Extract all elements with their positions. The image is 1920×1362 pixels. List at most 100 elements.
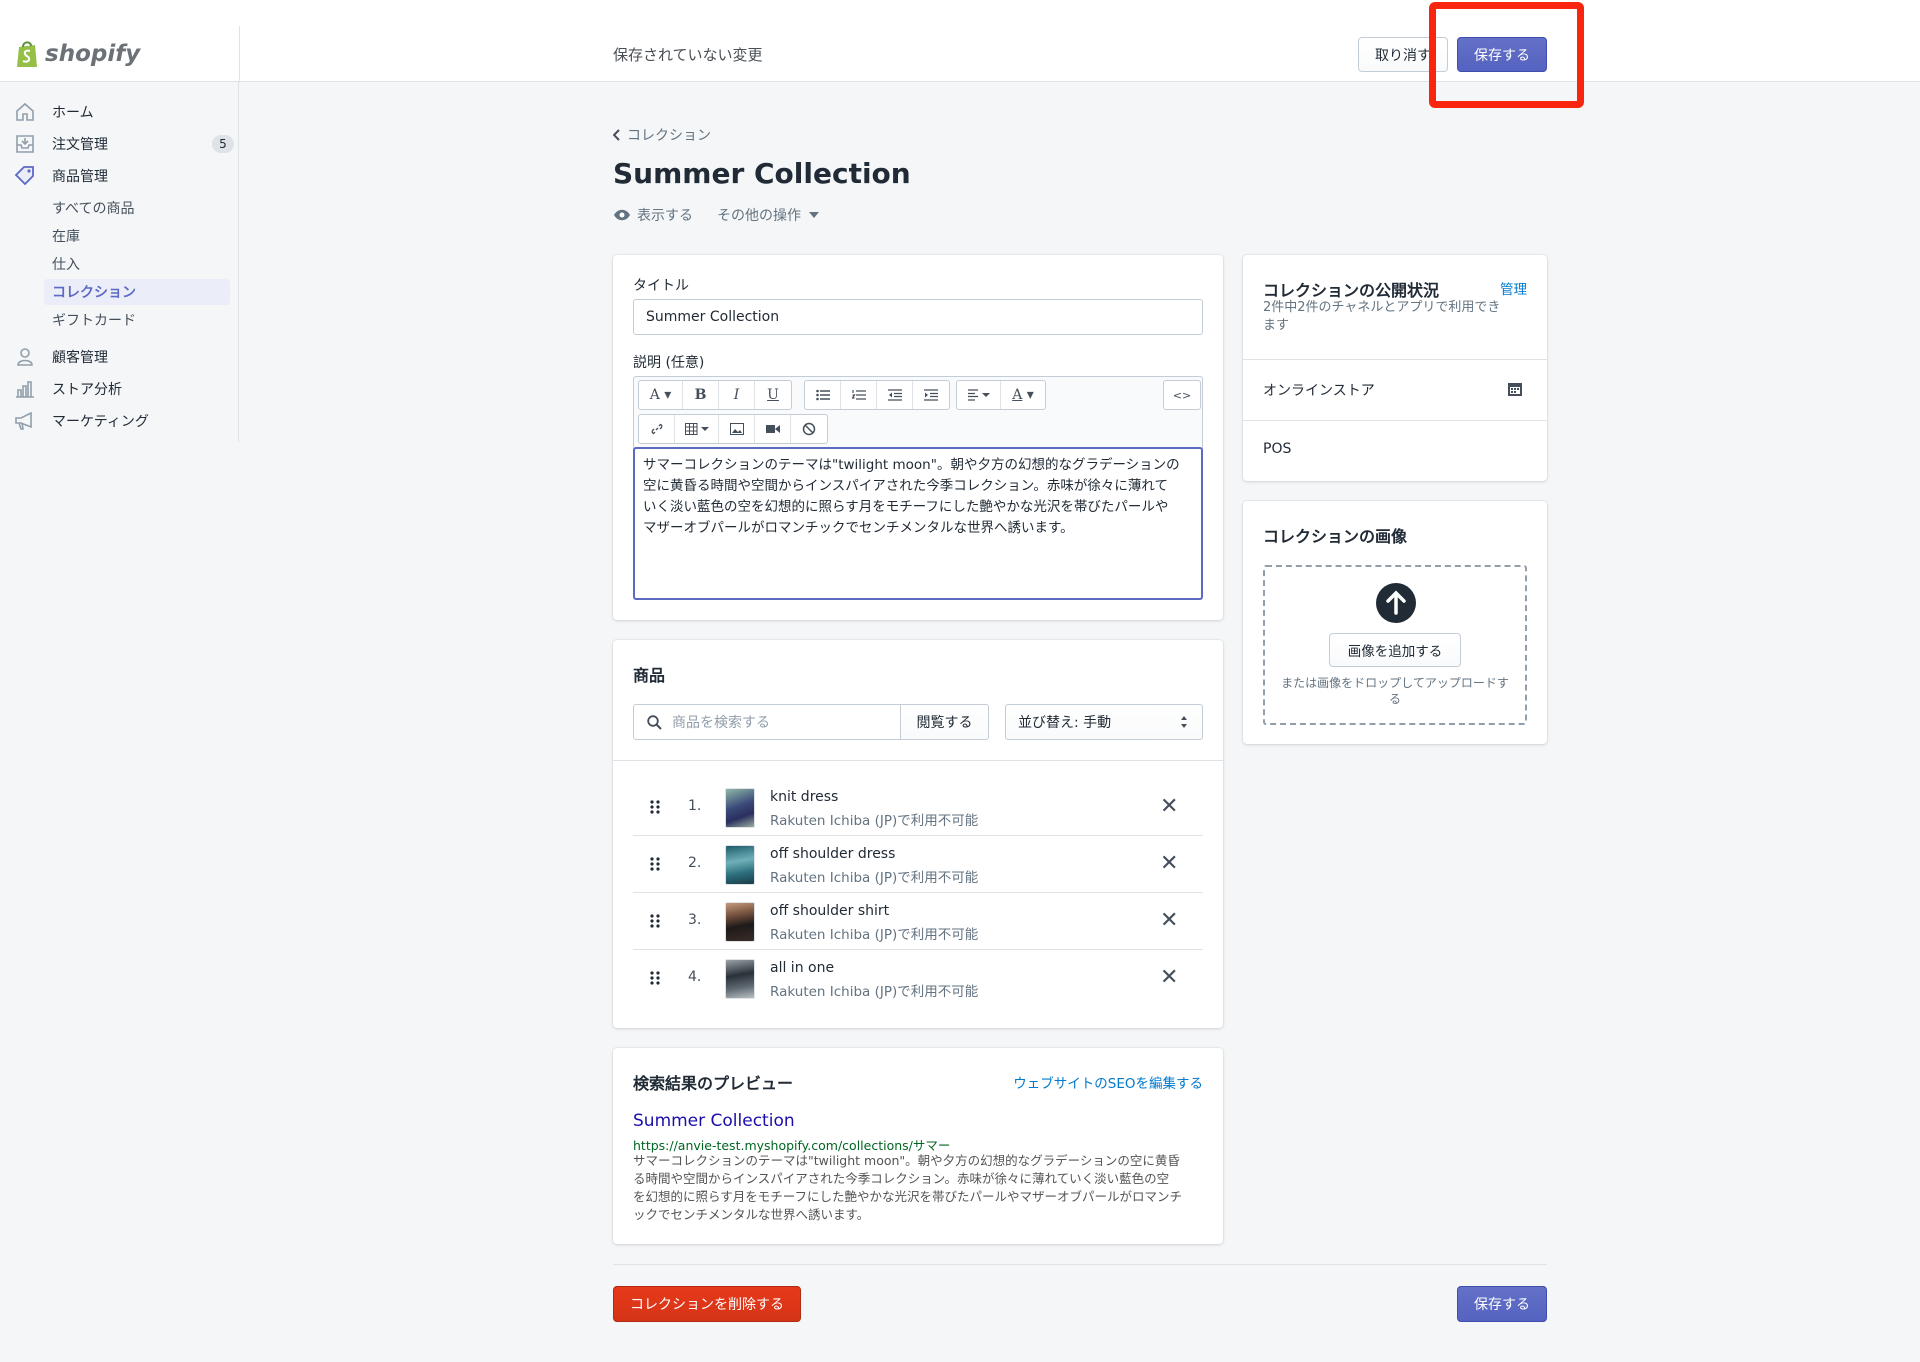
products-heading: 商品 [633,666,666,685]
product-name[interactable]: knit dress [770,789,838,805]
sidebar-item-label: ホーム [52,105,94,121]
drag-handle-icon[interactable] [649,799,661,815]
seo-description: サマーコレクションのテーマは"twilight moon"。朝や夕方の幻想的なグ… [633,1152,1208,1224]
sidebar-item-home[interactable]: ホーム [14,99,229,125]
shopify-bag-icon [17,41,37,67]
product-row[interactable]: 3. off shoulder shirt Rakuten Ichiba (JP… [633,893,1203,950]
sidebar-subitem-collections[interactable]: コレクション [44,279,230,305]
bold-button[interactable]: B [683,381,719,409]
chevron-left-icon [613,129,620,141]
description-line: いく淡い藍色の空を幻想的に照らす月をモチーフにした艶やかな光沢を帯びたパールや [643,499,1169,515]
product-search-input[interactable]: 商品を検索する [633,704,903,740]
drag-handle-icon[interactable] [649,970,661,986]
sidebar-item-label: マーケティング [52,414,149,430]
calendar-icon[interactable] [1507,381,1523,397]
view-label: 表示する [637,208,693,224]
seo-title: Summer Collection [633,1111,795,1131]
sort-select[interactable]: 並び替え: 手動 [1005,704,1203,740]
text-format-group: A ▾ B I U [638,380,792,410]
product-name[interactable]: off shoulder shirt [770,903,889,919]
drag-handle-icon[interactable] [649,856,661,872]
add-image-button[interactable]: 画像を追加する [1329,633,1461,667]
availability-subtext-line: 2件中2件のチャネルとアプリで利用でき [1263,300,1501,315]
title-field-label: タイトル [633,278,689,294]
underline-button[interactable]: U [755,381,791,409]
view-action[interactable]: 表示する [613,205,693,225]
title-input[interactable]: Summer Collection [633,299,1203,335]
drop-hint-text: または画像をドロップしてアップロードす る [1275,675,1515,707]
sidebar-subitem-gift-cards[interactable]: ギフトカード [44,307,230,333]
products-card: 商品 商品を検索する 閲覧する 並び替え: 手動 1. knit dress R… [613,640,1223,1028]
logo-text: shopify [45,41,141,67]
remove-product-icon[interactable]: ✕ [1160,853,1178,875]
image-icon[interactable] [719,415,755,443]
description-line: 空に黄昏る時間や空間からインスパイアされた今季コレクション。赤味が徐々に薄れて [643,478,1169,494]
sidebar-item-orders[interactable]: 注文管理 5 [14,131,234,157]
product-thumbnail [725,845,755,885]
table-dropdown[interactable] [675,415,719,443]
products-divider [613,760,1223,761]
edit-seo-link[interactable]: ウェブサイトのSEOを編集する [1013,1072,1203,1092]
browse-button[interactable]: 閲覧する [900,704,989,740]
link-icon[interactable] [639,415,675,443]
indent-icon[interactable] [913,381,949,409]
breadcrumb[interactable]: コレクション [613,125,711,145]
manage-link[interactable]: 管理 [1500,278,1527,298]
page-title: Summer Collection [613,157,911,190]
upload-arrow-icon [1376,583,1416,623]
availability-card: コレクションの公開状況 管理 2件中2件のチャネルとアプリで利用でき ます オン… [1243,255,1547,481]
drag-handle-icon[interactable] [649,913,661,929]
more-actions-label: その他の操作 [717,208,801,224]
product-row[interactable]: 4. all in one Rakuten Ichiba (JP)で利用不可能 … [633,950,1203,1007]
product-name[interactable]: off shoulder dress [770,846,895,862]
sidebar-subitem-transfers[interactable]: 仕入 [44,251,230,277]
align-dropdown[interactable] [957,381,1001,409]
sidebar-item-label: 注文管理 [52,137,108,153]
drop-hint-line: る [1388,692,1401,706]
sidebar-item-marketing[interactable]: マーケティング [14,408,229,434]
shopify-logo[interactable]: shopify [15,36,140,72]
product-availability: Rakuten Ichiba (JP)で利用不可能 [770,927,979,943]
remove-product-icon[interactable]: ✕ [1160,910,1178,932]
clear-formatting-icon[interactable] [791,415,827,443]
numbered-list-icon[interactable] [841,381,877,409]
analytics-icon [14,378,36,400]
bullet-list-icon[interactable] [805,381,841,409]
sidebar-subitem-inventory[interactable]: 在庫 [44,223,230,249]
list-group [804,380,950,410]
remove-product-icon[interactable]: ✕ [1160,796,1178,818]
product-thumbnail [725,788,755,828]
sidebar-subitem-all-products[interactable]: すべての商品 [44,195,230,221]
save-button-bottom[interactable]: 保存する [1457,1286,1547,1322]
image-dropzone[interactable]: 画像を追加する または画像をドロップしてアップロードす る [1263,565,1527,725]
product-number: 2. [688,855,702,871]
product-row[interactable]: 1. knit dress Rakuten Ichiba (JP)で利用不可能 … [633,779,1203,836]
sidebar-item-label: ストア分析 [52,382,122,398]
outdent-icon[interactable] [877,381,913,409]
availability-subtext: 2件中2件のチャネルとアプリで利用でき ます [1263,299,1527,335]
remove-product-icon[interactable]: ✕ [1160,967,1178,989]
product-name[interactable]: all in one [770,960,834,976]
insert-group [638,414,828,444]
product-number: 4. [688,969,702,985]
image-card-heading: コレクションの画像 [1263,527,1408,546]
text-color-dropdown[interactable]: A ▾ [1001,381,1045,409]
sidebar-item-label: 商品管理 [52,169,108,185]
video-icon[interactable] [755,415,791,443]
alignment-color-group: A ▾ [956,380,1046,410]
sidebar-item-customers[interactable]: 顧客管理 [14,344,229,370]
italic-button[interactable]: I [719,381,755,409]
more-actions-dropdown[interactable]: その他の操作 [717,205,819,225]
availability-heading: コレクションの公開状況 [1263,281,1440,300]
font-style-dropdown[interactable]: A ▾ [639,381,683,409]
sidebar-item-analytics[interactable]: ストア分析 [14,376,229,402]
delete-collection-button[interactable]: コレクションを削除する [613,1286,801,1322]
product-thumbnail [725,959,755,999]
sidebar-item-products[interactable]: 商品管理 [14,163,229,189]
product-row[interactable]: 2. off shoulder dress Rakuten Ichiba (JP… [633,836,1203,893]
description-editor[interactable]: サマーコレクションのテーマは"twilight moon"。朝や夕方の幻想的なグ… [633,447,1203,600]
search-icon [647,715,662,730]
seo-preview-card: 検索結果のプレビュー ウェブサイトのSEOを編集する Summer Collec… [613,1048,1223,1244]
html-code-button[interactable]: <> [1164,381,1200,409]
page-actions: 表示する その他の操作 [613,205,819,225]
